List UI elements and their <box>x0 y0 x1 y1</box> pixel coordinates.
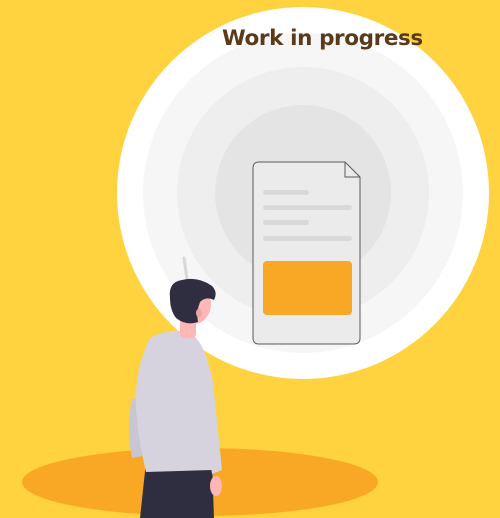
document-card <box>252 161 361 345</box>
page-title: Work in progress <box>222 26 423 51</box>
document-line-2 <box>263 205 352 210</box>
person-hand <box>210 476 222 496</box>
document-block <box>263 261 352 315</box>
work-in-progress-illustration: Work in progress <box>0 0 500 518</box>
document-line-4 <box>263 236 352 241</box>
illustration-svg <box>22 7 489 518</box>
document-icon <box>252 161 361 345</box>
person-ear <box>196 308 202 318</box>
document-line-1 <box>263 190 309 195</box>
document-line-3 <box>263 220 309 225</box>
